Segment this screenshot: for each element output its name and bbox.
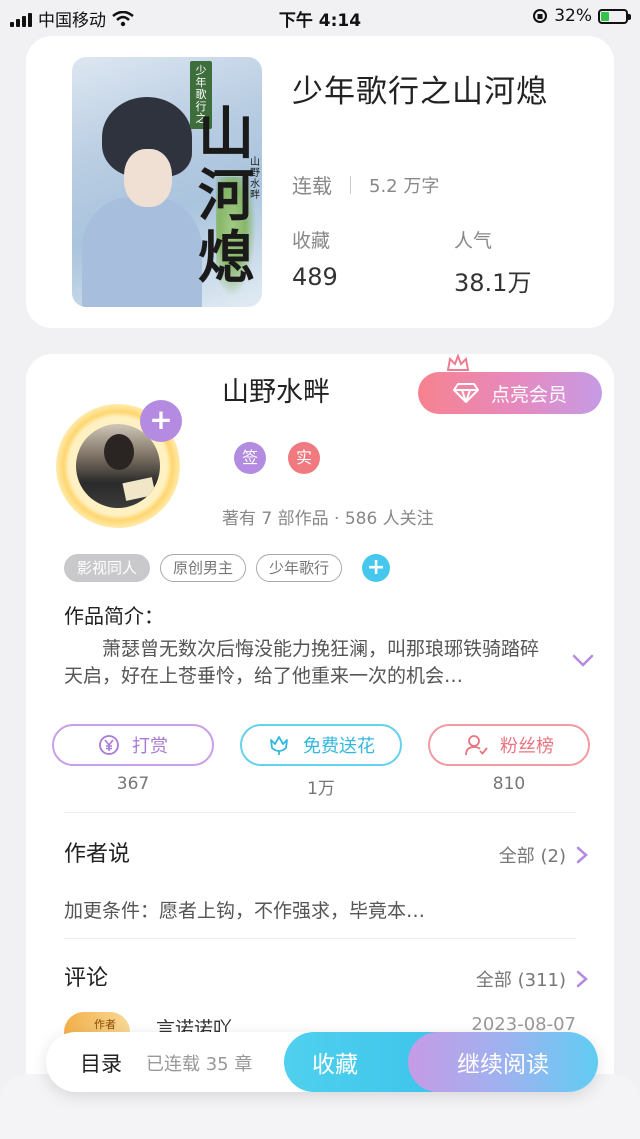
continue-reading-label: 继续阅读	[457, 1052, 549, 1078]
tag-list: 影视同人 原创男主 少年歌行 +	[64, 554, 391, 582]
vip-button-label: 点亮会员	[490, 383, 567, 406]
popularity-stat: 人气 38.1万	[454, 226, 531, 298]
cover-title: 山河熄	[198, 101, 254, 291]
favorites-value: 489	[292, 263, 338, 291]
favorites-label: 收藏	[292, 230, 331, 252]
send-flower-button[interactable]: 免费送花	[240, 724, 402, 766]
favorites-stat: 收藏 489	[292, 226, 338, 291]
cover-figure-face	[124, 149, 172, 207]
chevron-down-icon[interactable]	[572, 654, 594, 668]
detail-card: + 山野水畔 点亮会员 签 实 著有 7 部作品 · 586 人关注 影视同人 …	[26, 354, 614, 1139]
continue-reading-button[interactable]: 继续阅读	[408, 1032, 598, 1092]
fans-ranking-button[interactable]: 粉丝榜	[428, 724, 590, 766]
reward-count: 367	[116, 774, 150, 794]
tag-item[interactable]: 原创男主	[160, 554, 247, 582]
follow-author-button[interactable]: +	[140, 400, 182, 442]
crown-icon	[446, 354, 470, 371]
fans-icon	[465, 735, 488, 756]
intro-title: 作品简介：	[64, 604, 164, 628]
flower-action: 免费送花 1万	[240, 724, 402, 799]
author-says-title: 作者说	[64, 842, 131, 867]
flower-count: 1万	[307, 779, 335, 799]
book-info-card: 少年歌行之 山河熄 山野水畔 少年歌行之山河熄 连载 5.2 万字 收藏 489…	[26, 36, 614, 328]
book-cover[interactable]: 少年歌行之 山河熄 山野水畔	[72, 57, 262, 307]
action-row: 打赏 367 免费送花 1万 粉丝榜 810	[52, 724, 590, 799]
yen-icon	[99, 735, 119, 755]
divider	[350, 175, 351, 194]
author-says-more-label: 全部 (2)	[498, 846, 566, 867]
reward-action: 打赏 367	[52, 724, 214, 799]
divider	[64, 938, 576, 939]
vip-button[interactable]: 点亮会员	[418, 372, 602, 414]
fans-label: 粉丝榜	[500, 736, 554, 757]
signed-badge: 签	[234, 442, 266, 474]
author-says-more[interactable]: 全部 (2)	[499, 842, 588, 868]
comments-title: 评论	[64, 966, 109, 991]
status-right: 32%	[532, 6, 631, 26]
author-says-text[interactable]: 加更条件：愿者上钩，不作强求，毕竟本…	[64, 896, 425, 923]
add-tag-button[interactable]: +	[362, 554, 391, 582]
status-bar: 中国移动 下午 4:14 32%	[0, 0, 640, 34]
chevron-right-icon	[576, 846, 588, 864]
popularity-label: 人气	[454, 230, 493, 252]
intro-text: 萧瑟曾无数次后悔没能力挽狂澜，叫那琅琊铁骑踏碎天启，好在上苍垂怜，给了他重来一次…	[64, 638, 540, 687]
chevron-right-icon	[576, 970, 588, 988]
book-title: 少年歌行之山河熄	[292, 74, 548, 110]
author-name[interactable]: 山野水畔	[222, 370, 330, 409]
battery-fill	[601, 11, 609, 21]
popularity-value: 38.1万	[454, 269, 532, 297]
fans-count: 810	[492, 774, 526, 794]
verified-badge: 实	[288, 442, 320, 474]
reward-button[interactable]: 打赏	[52, 724, 214, 766]
word-count: 5.2 万字	[369, 175, 440, 197]
comments-more[interactable]: 全部 (311)	[476, 966, 588, 992]
cover-figure-body	[82, 197, 202, 307]
battery-icon	[598, 8, 631, 24]
divider	[64, 812, 576, 813]
favorite-button-label: 收藏	[312, 1052, 358, 1078]
diamond-icon	[452, 383, 479, 403]
flower-label: 免费送花	[303, 736, 375, 757]
avatar-head	[104, 434, 134, 470]
serial-info: 连载 5.2 万字	[292, 170, 439, 199]
chapter-count: 已连载 35 章	[146, 1054, 253, 1075]
tag-item[interactable]: 影视同人	[64, 554, 151, 582]
flower-icon	[270, 736, 288, 755]
author-stats: 著有 7 部作品 · 586 人关注	[222, 509, 434, 529]
tag-item[interactable]: 少年歌行	[256, 554, 343, 582]
battery-percent: 32%	[554, 6, 592, 26]
serial-status: 连载	[292, 174, 332, 198]
bottom-action-bar: 目录 已连载 35 章 收藏 继续阅读	[46, 1032, 598, 1092]
rotation-lock-icon	[533, 9, 548, 23]
reward-label: 打赏	[132, 736, 168, 757]
toc-button[interactable]: 目录	[80, 1048, 122, 1078]
fans-action: 粉丝榜 810	[428, 724, 590, 799]
cover-author: 山野水畔	[250, 157, 260, 201]
comments-more-label: 全部 (311)	[475, 970, 566, 991]
author-badge: 作者	[94, 1018, 116, 1031]
